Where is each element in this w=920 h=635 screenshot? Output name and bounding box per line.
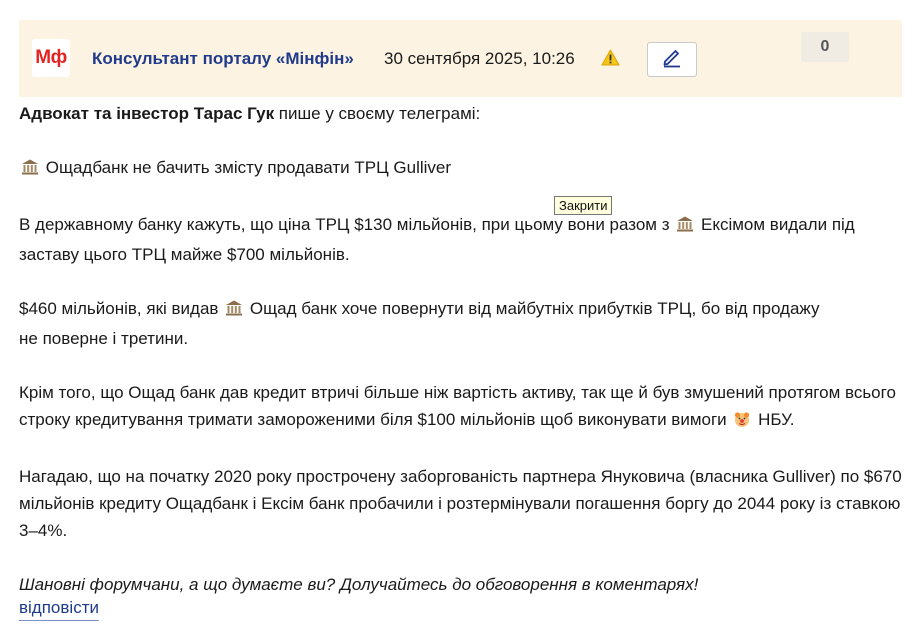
minfin-logo[interactable]: Мф (32, 39, 70, 77)
intro-author: Адвокат та інвестор Тарас Гук (19, 104, 275, 123)
closing-question: Шановні форумчани, а що думаєте ви? Долу… (19, 575, 699, 594)
paragraph-5: Нагадаю, що на початку 2020 року простро… (19, 467, 902, 540)
paragraph-1-text: Ощадбанк не бачить змісту продавати ТРЦ … (45, 158, 452, 177)
bank-icon (21, 157, 39, 184)
bank-icon (676, 214, 694, 241)
paragraph-3-text-c: не поверне і третини. (19, 329, 189, 348)
paragraph-3-text-b: Ощад банк хоче повернути від майбутніх п… (249, 299, 820, 318)
paragraph-3: $460 мільйонів, які видав Ощад банк хоче… (19, 295, 904, 352)
comment-header: Мф Консультант порталу «Мінфін» 30 сентя… (19, 20, 902, 97)
paragraph-3-text-a: $460 мільйонів, які видав (19, 299, 219, 318)
paragraph-2-text-a: В державному банку кажуть, що ціна ТРЦ $… (19, 215, 670, 234)
intro-text: пише у своєму телеграмі: (274, 104, 481, 123)
intro-line: Адвокат та інвестор Тарас Гук пише у сво… (19, 100, 904, 127)
clown-icon (733, 409, 751, 436)
comment-body: Адвокат та інвестор Тарас Гук пише у сво… (19, 100, 904, 602)
paragraph-1: Ощадбанк не бачить змісту продавати ТРЦ … (19, 154, 904, 184)
rating-counter[interactable]: 0 (801, 32, 849, 62)
warning-icon[interactable] (600, 47, 620, 67)
reply-link[interactable]: відповісти (19, 598, 99, 621)
edit-button[interactable] (647, 42, 697, 77)
close-tooltip: Закрити (554, 196, 613, 215)
paragraph-4-text-b: НБУ. (758, 410, 795, 429)
paragraph-4: Крім того, що Ощад банк дав кредит втрич… (19, 379, 904, 436)
author-name[interactable]: Консультант порталу «Мінфін» (92, 49, 354, 69)
comment-date: 30 сентября 2025, 10:26 (384, 49, 575, 68)
bank-icon (225, 298, 243, 325)
paragraph-2: В державному банку кажуть, що ціна ТРЦ $… (19, 211, 904, 268)
pencil-icon (661, 46, 683, 73)
